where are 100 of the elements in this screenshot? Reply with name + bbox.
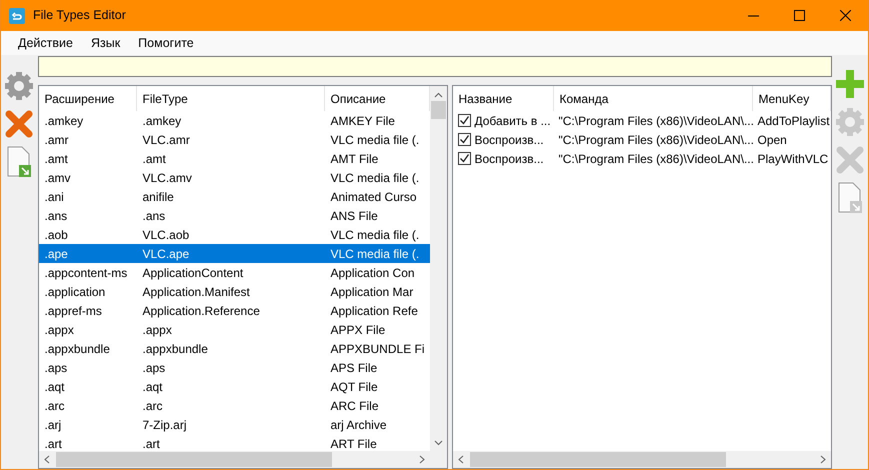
- table-cell-text: PlayWithVLC: [756, 150, 830, 168]
- table-cell-text: arj Archive: [330, 416, 388, 434]
- close-icon: [840, 10, 850, 21]
- table-cell-text: .appref-ms: [44, 302, 103, 320]
- table-cell-text: .appcontent-ms: [44, 264, 128, 282]
- table-cell-text: "C:\Program Files (x86)\VideoLAN\...: [558, 132, 752, 148]
- table-cell-text: APPXBUNDLE Fi: [330, 340, 426, 358]
- table-cell-text: .appx: [142, 322, 173, 338]
- table-cell-text: .arc: [142, 398, 164, 414]
- table-cell-text: anifile: [142, 188, 175, 206]
- table-cell-text: .ans: [44, 208, 68, 224]
- table-cell-text: "C:\Program Files (x86)\VideoLAN\...: [558, 112, 752, 130]
- vertical-scrollbar[interactable]: [430, 86, 446, 451]
- table-cell-text: ART File: [330, 436, 378, 452]
- table-cell-text: "C:\Program Files (x86)\VideoLAN\...: [558, 150, 752, 168]
- table-cell-text: Application Con: [330, 264, 416, 282]
- table-cell-text: VLC media file (.: [330, 246, 420, 262]
- table-cell-text: AMKEY File: [330, 112, 396, 130]
- column-header[interactable]: MenuKey: [752, 86, 830, 111]
- table-cell-text: VLC media file (.: [330, 170, 420, 186]
- list-row[interactable]: .arj 7-Zip.arj arj Archive: [38, 415, 430, 434]
- list-row[interactable]: .aps .aps APS File: [38, 358, 430, 377]
- list-row[interactable]: .amt .amt AMT File: [38, 149, 430, 168]
- list-row[interactable]: .amkey .amkey AMKEY File: [38, 111, 430, 130]
- table-cell-text: .ans: [142, 208, 166, 224]
- table-cell-text: APPX File: [330, 322, 386, 338]
- table-cell-text: AQT File: [330, 378, 379, 396]
- table-cell-text: .arj: [44, 416, 62, 434]
- table-cell-text: Application Mar: [330, 284, 414, 300]
- table-cell-text: ARC File: [330, 398, 380, 414]
- table-cell-text: AMT File: [330, 150, 380, 168]
- horizontal-scrollbar[interactable]: [38, 451, 446, 468]
- list-row[interactable]: .application Application.Manifest Application Mar: [38, 282, 430, 301]
- table-cell-text: VLC.amv: [142, 170, 193, 186]
- table-cell-text: .aqt: [142, 378, 164, 396]
- table-cell-text: .amv: [44, 170, 72, 186]
- list-row[interactable]: .amv VLC.amv VLC media file (.: [38, 168, 430, 187]
- table-cell-text: .aob: [44, 226, 69, 244]
- table-cell-text: .aps: [44, 360, 68, 376]
- table-cell-text: Application.Reference: [142, 302, 261, 320]
- checkbox[interactable]: [458, 152, 470, 165]
- search-field[interactable]: [38, 56, 832, 77]
- table-cell-text: .appxbundle: [44, 340, 111, 358]
- table-cell-text: .art: [44, 436, 63, 452]
- menu-item[interactable]: Помогите: [129, 32, 203, 54]
- table-cell-text: VLC media file (.: [330, 132, 420, 148]
- list-row[interactable]: .appx .appx APPX File: [38, 320, 430, 339]
- table-cell-text: Application.Manifest: [142, 284, 251, 300]
- list-row[interactable]: .ani anifile Animated Curso: [38, 187, 430, 206]
- window-title: File Types Editor: [33, 7, 126, 24]
- table-cell-text: .ani: [44, 188, 65, 206]
- table-cell-text: VLC.aob: [142, 226, 190, 244]
- column-header[interactable]: Название: [452, 86, 554, 111]
- app-icon: [9, 8, 25, 24]
- horizontal-scrollbar[interactable]: [452, 451, 830, 468]
- scroll-thumb[interactable]: [470, 452, 726, 467]
- maximize-icon: [794, 10, 804, 21]
- column-header[interactable]: Расширение: [38, 86, 136, 111]
- table-cell-text: APS File: [330, 360, 378, 376]
- table-cell-text: Добавить в ...: [474, 112, 552, 130]
- table-cell-text: .appxbundle: [142, 340, 209, 358]
- table-cell-text: Animated Curso: [330, 188, 418, 206]
- table-cell-text: VLC media file (.: [330, 226, 420, 244]
- scroll-thumb[interactable]: [56, 452, 332, 467]
- list-row[interactable]: .appxbundle .appxbundle APPXBUNDLE Fi: [38, 339, 430, 358]
- table-cell-text: AddToPlaylist: [756, 112, 830, 130]
- table-cell-text: .appx: [44, 322, 75, 338]
- column-header[interactable]: Команда: [554, 86, 752, 111]
- list-row[interactable]: .aqt .aqt AQT File: [38, 377, 430, 396]
- list-row[interactable]: .amr VLC.amr VLC media file (.: [38, 130, 430, 149]
- table-cell-text: Воспроизв...: [474, 150, 545, 168]
- table-cell-text: VLC.amr: [142, 132, 191, 148]
- table-cell-text: .arc: [44, 398, 66, 414]
- table-cell-text: 7-Zip.arj: [142, 416, 188, 434]
- table-cell-text: .aqt: [44, 378, 66, 396]
- table-cell-text: ANS File: [330, 208, 379, 224]
- table-cell-text: .amkey: [142, 112, 182, 130]
- table-cell-text: Open: [756, 132, 788, 148]
- table-cell-text: Application Refe: [330, 302, 419, 320]
- menu-item[interactable]: Действие: [9, 32, 82, 54]
- list-row[interactable]: .aob VLC.aob VLC media file (.: [38, 225, 430, 244]
- table-cell-text: .art: [142, 436, 161, 452]
- list-row[interactable]: .appcontent-ms ApplicationContent Application Con: [38, 263, 430, 282]
- table-cell-text: .amt: [142, 150, 167, 168]
- list-row[interactable]: .appref-ms Application.Reference Application Refe: [38, 301, 430, 320]
- table-cell-text: .amt: [44, 150, 69, 168]
- scroll-thumb[interactable]: [430, 101, 446, 119]
- column-header[interactable]: FileType: [136, 86, 324, 111]
- table-cell-text: .amr: [44, 132, 70, 148]
- checkbox[interactable]: [458, 133, 470, 146]
- table-cell-text: VLC.ape: [142, 246, 190, 262]
- list-row[interactable]: .ans .ans ANS File: [38, 206, 430, 225]
- list-row[interactable]: .art .art ART File: [38, 434, 430, 453]
- table-cell-text: .ape: [44, 246, 69, 262]
- checkbox[interactable]: [458, 114, 470, 127]
- table-cell-text: .aps: [142, 360, 166, 376]
- table-cell-text: ApplicationContent: [142, 264, 244, 282]
- list-row[interactable]: .arc .arc ARC File: [38, 396, 430, 415]
- list-row[interactable]: .ape VLC.ape VLC media file (.: [38, 244, 430, 263]
- menu-item[interactable]: Язык: [82, 32, 130, 54]
